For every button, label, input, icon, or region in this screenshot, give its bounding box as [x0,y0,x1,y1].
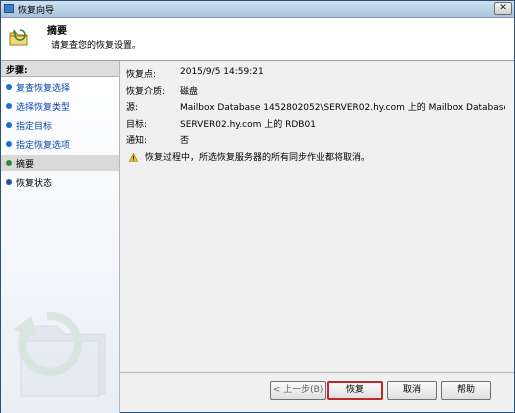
steps-sidebar: 步骤: 复查恢复选择 选择恢复类型 指定目标 指定恢复选项 摘要 恢复状态 [1,61,120,413]
restore-wizard-window: 恢复向导 ✕ 摘要 请复查您的恢复设置。 步骤: 复查恢复选择 选择恢复类型 指… [0,0,515,413]
step-bullet-icon [6,103,12,109]
summary-label: 目标: [126,120,148,130]
page-subtitle: 请复查您的恢复设置。 [51,41,142,51]
close-button[interactable]: ✕ [494,2,512,15]
summary-row-notification: 通知: 否 [120,132,514,146]
summary-value: Mailbox Database 1452802052\SERVER02.hy.… [180,103,505,113]
sidebar-item-label: 复查恢复选择 [16,84,71,94]
help-button[interactable]: 帮助 [441,381,491,400]
summary-value: 否 [180,136,190,146]
close-icon: ✕ [499,3,507,13]
summary-row-recovery-point: 恢复点: 2015/9/5 14:59:21 [120,66,514,80]
summary-row-source: 源: Mailbox Database 1452802052\SERVER02.… [120,99,514,113]
back-button[interactable]: < 上一步(B) [270,381,326,400]
summary-value: 磁盘 [180,87,199,97]
cancel-button[interactable]: 取消 [387,381,437,400]
sidebar-item-review-selection[interactable]: 复查恢复选择 [1,79,119,95]
sidebar-item-label: 恢复状态 [16,179,53,189]
step-bullet-icon [6,141,12,147]
step-bullet-icon [6,84,12,90]
wizard-footer: < 上一步(B) 恢复 取消 帮助 [120,373,514,412]
summary-row-target: 目标: SERVER02.hy.com 上的 RDB01 [120,116,514,130]
restore-wizard-icon [4,4,14,13]
steps-heading-label: 步骤: [6,66,28,76]
sidebar-item-label: 摘要 [16,160,35,170]
sidebar-item-target[interactable]: 指定目标 [1,117,119,133]
summary-label: 恢复介质: [126,87,166,97]
summary-value: SERVER02.hy.com 上的 RDB01 [180,120,316,130]
sidebar-item-summary[interactable]: 摘要 [1,155,119,171]
step-bullet-icon [6,122,12,128]
wizard-header: 摘要 请复查您的恢复设置。 [1,18,514,61]
sidebar-item-recovery-status: 恢复状态 [1,174,119,190]
folder-restore-icon [9,29,28,46]
summary-row-recovery-media: 恢复介质: 磁盘 [120,83,514,97]
page-title: 摘要 [47,26,67,37]
warning-icon [129,153,138,162]
summary-panel: 恢复点: 2015/9/5 14:59:21 恢复介质: 磁盘 源: Mailb… [120,61,514,372]
sync-cancel-warning: 恢复过程中，所选恢复服务器的所有同步作业都将取消。 [145,153,371,163]
sidebar-item-label: 选择恢复类型 [16,103,71,113]
sidebar-item-recovery-options[interactable]: 指定恢复选项 [1,136,119,152]
window-title: 恢复向导 [18,6,55,16]
step-bullet-icon [6,160,12,166]
summary-label: 通知: [126,136,148,146]
summary-value: 2015/9/5 14:59:21 [180,67,264,77]
sidebar-item-label: 指定恢复选项 [16,141,71,151]
sidebar-item-recovery-type[interactable]: 选择恢复类型 [1,98,119,114]
summary-label: 源: [126,103,139,113]
restore-button[interactable]: 恢复 [327,381,383,400]
steps-heading: 步骤: [1,61,119,77]
title-bar[interactable]: 恢复向导 ✕ [1,1,514,18]
summary-label: 恢复点: [126,70,157,80]
sidebar-item-label: 指定目标 [16,122,53,132]
restore-watermark-icon [13,311,106,397]
step-bullet-icon [6,179,12,185]
